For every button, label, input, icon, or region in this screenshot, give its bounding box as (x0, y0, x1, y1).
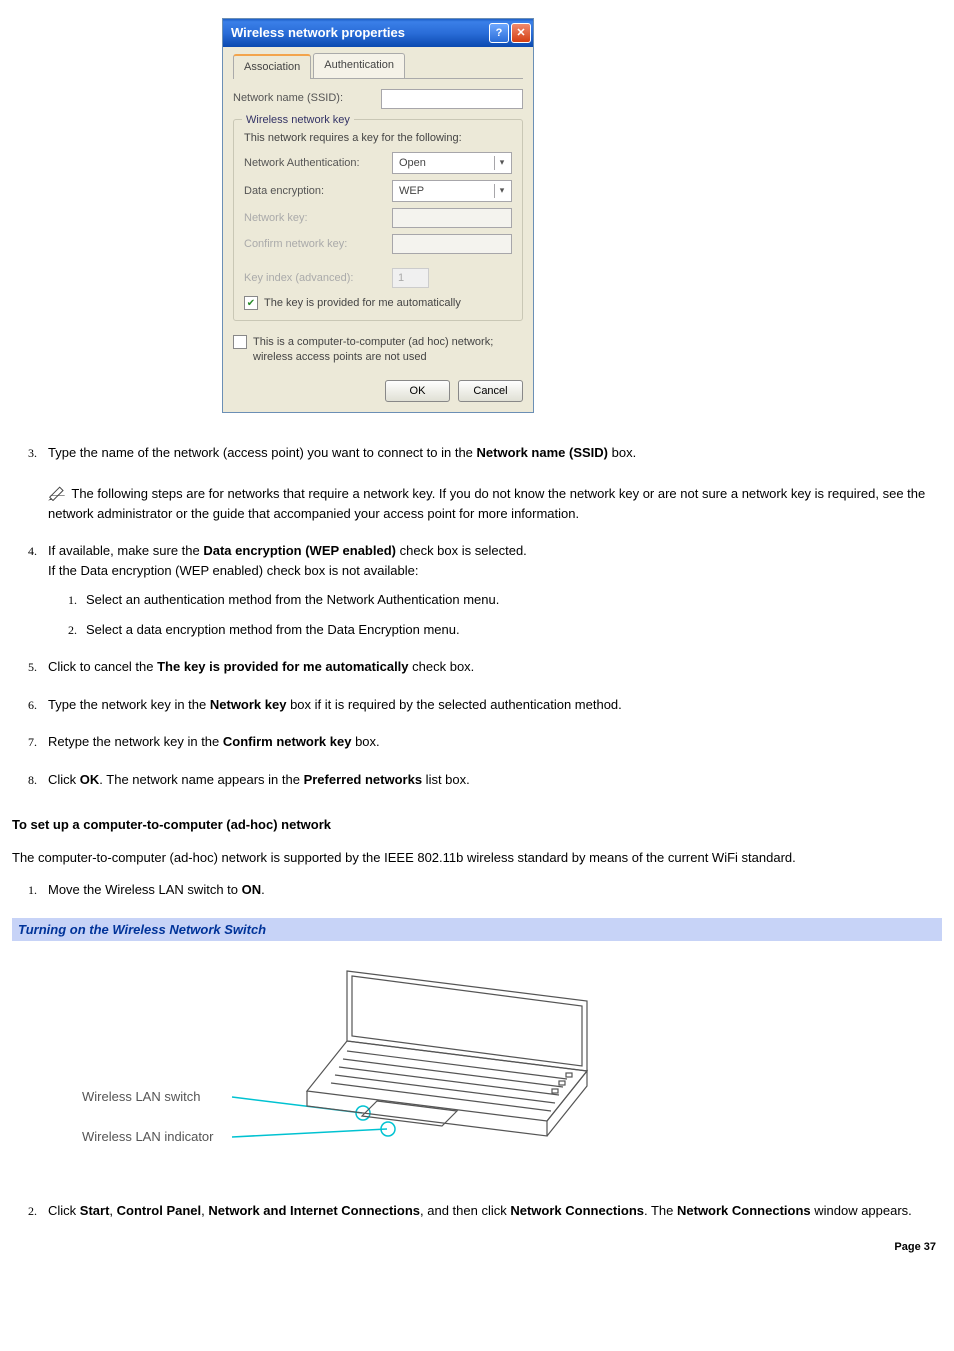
note-text: The following steps are for networks tha… (48, 486, 925, 521)
label-switch-text: Wireless LAN switch (82, 1089, 200, 1104)
ssid-input[interactable] (381, 89, 523, 109)
netkey-input[interactable] (392, 208, 512, 228)
tab-association[interactable]: Association (233, 54, 311, 79)
enc-select[interactable]: WEP ▾ (392, 180, 512, 202)
cancel-button[interactable]: Cancel (458, 380, 523, 402)
adhoc-step-2: Click Start, Control Panel, Network and … (40, 1201, 942, 1221)
step-4-1: Select an authentication method from the… (80, 590, 942, 610)
help-icon[interactable]: ? (489, 23, 509, 43)
adhoc-list: Move the Wireless LAN switch to ON. (12, 880, 942, 900)
enc-value: WEP (399, 183, 424, 200)
step-4-2: Select a data encryption method from the… (80, 620, 942, 640)
keyindex-label: Key index (advanced): (244, 270, 384, 287)
group-legend: Wireless network key (242, 112, 354, 129)
enc-label: Data encryption: (244, 183, 384, 200)
note-block: The following steps are for networks tha… (48, 484, 942, 523)
chevron-down-icon: ▾ (494, 184, 509, 198)
auth-label: Network Authentication: (244, 155, 384, 172)
dialog-titlebar: Wireless network properties ? ✕ (223, 19, 533, 47)
label-indicator-text: Wireless LAN indicator (82, 1129, 214, 1144)
group-caption: This network requires a key for the foll… (244, 130, 512, 147)
adhoc-heading: To set up a computer-to-computer (ad-hoc… (12, 817, 331, 832)
instruction-list: Type the name of the network (access poi… (12, 443, 942, 790)
netkey-label: Network key: (244, 210, 384, 227)
chevron-down-icon: ▾ (494, 156, 509, 170)
auth-select[interactable]: Open ▾ (392, 152, 512, 174)
adhoc-label: This is a computer-to-computer (ad hoc) … (253, 335, 503, 364)
close-icon[interactable]: ✕ (511, 23, 531, 43)
confirm-label: Confirm network key: (244, 236, 384, 253)
step-7: Retype the network key in the Confirm ne… (40, 732, 942, 752)
auth-value: Open (399, 155, 426, 172)
tab-authentication[interactable]: Authentication (313, 53, 405, 78)
step-4: If available, make sure the Data encrypt… (40, 541, 942, 639)
confirm-input[interactable] (392, 234, 512, 254)
wireless-properties-dialog: Wireless network properties ? ✕ Associat… (222, 18, 534, 413)
adhoc-step-1: Move the Wireless LAN switch to ON. (40, 880, 942, 900)
adhoc-checkbox[interactable] (233, 335, 247, 349)
wireless-key-group: Wireless network key This network requir… (233, 119, 523, 322)
note-icon (48, 485, 68, 501)
laptop-figure: Wireless LAN switch Wireless LAN indicat… (47, 951, 647, 1171)
adhoc-list-2: Click Start, Control Panel, Network and … (12, 1201, 942, 1221)
step-3: Type the name of the network (access poi… (40, 443, 942, 524)
banner-heading: Turning on the Wireless Network Switch (12, 918, 942, 942)
keyindex-stepper[interactable]: 1 (392, 268, 429, 288)
dialog-tabs: Association Authentication (233, 53, 523, 79)
step-5: Click to cancel the The key is provided … (40, 657, 942, 677)
step-8: Click OK. The network name appears in th… (40, 770, 942, 790)
dialog-title: Wireless network properties (231, 23, 405, 43)
ok-button[interactable]: OK (385, 380, 450, 402)
adhoc-intro: The computer-to-computer (ad-hoc) networ… (12, 848, 942, 868)
ssid-label: Network name (SSID): (233, 90, 373, 107)
auto-key-label: The key is provided for me automatically (264, 296, 461, 310)
step-6: Type the network key in the Network key … (40, 695, 942, 715)
step-4-sublist: Select an authentication method from the… (48, 590, 942, 639)
auto-key-checkbox[interactable]: ✔ (244, 296, 258, 310)
page-footer: Page 37 (12, 1239, 942, 1256)
